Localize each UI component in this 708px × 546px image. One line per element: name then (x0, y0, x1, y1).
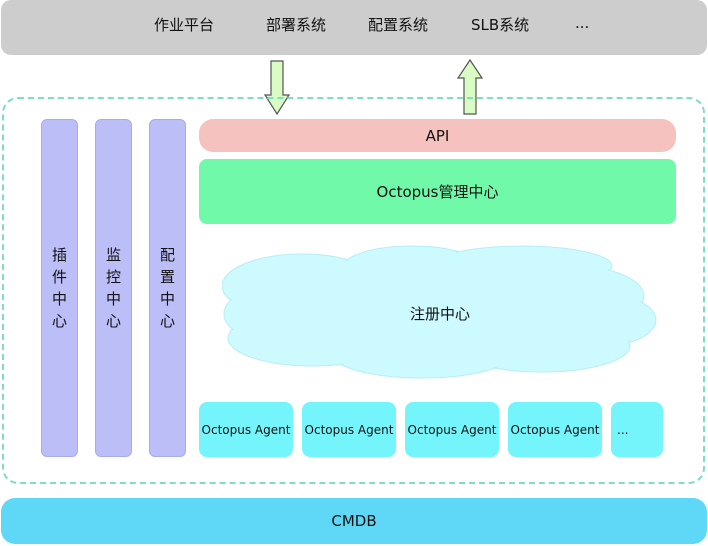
octopus-agent-more: ... (611, 402, 663, 457)
cmdb-layer: CMDB (1, 498, 707, 544)
octopus-agent-4: Octopus Agent (508, 402, 602, 457)
plugin-center-pillar: 插 件 中 心 (41, 119, 78, 457)
config-center-char: 置 (159, 268, 175, 286)
octopus-management-center: Octopus管理中心 (199, 159, 676, 224)
monitor-center-char: 控 (105, 268, 121, 286)
config-center-char: 心 (159, 312, 175, 330)
plugin-center-char: 插 (51, 246, 67, 264)
monitor-center-char: 中 (105, 290, 121, 308)
octopus-agent-3: Octopus Agent (405, 402, 499, 457)
platform-job: 作业平台 (154, 16, 215, 34)
api-layer: API (199, 119, 676, 152)
platform-deploy: 部署系统 (266, 16, 327, 34)
config-center-char: 配 (159, 246, 175, 264)
api-label: API (425, 126, 450, 145)
monitor-center-pillar: 监 控 中 心 (95, 119, 132, 457)
monitor-center-char: 心 (105, 312, 121, 330)
octopus-agent-1: Octopus Agent (199, 402, 293, 457)
upper-platforms-bar: 作业平台 部署系统 配置系统 SLB系统 ... (1, 0, 707, 55)
plugin-center-char: 中 (51, 290, 67, 308)
monitor-center-char: 监 (105, 246, 121, 264)
config-center-char: 中 (159, 290, 175, 308)
platform-slb: SLB系统 (471, 16, 530, 34)
octopus-agent-2: Octopus Agent (302, 402, 396, 457)
management-center-label: Octopus管理中心 (376, 183, 499, 201)
platform-more: ... (575, 14, 590, 32)
cmdb-label: CMDB (331, 512, 377, 530)
plugin-center-char: 心 (51, 312, 67, 330)
config-center-pillar: 配 置 中 心 (149, 119, 186, 457)
platform-config: 配置系统 (368, 16, 429, 34)
registry-center-label: 注册中心 (409, 305, 470, 323)
plugin-center-char: 件 (51, 268, 67, 286)
